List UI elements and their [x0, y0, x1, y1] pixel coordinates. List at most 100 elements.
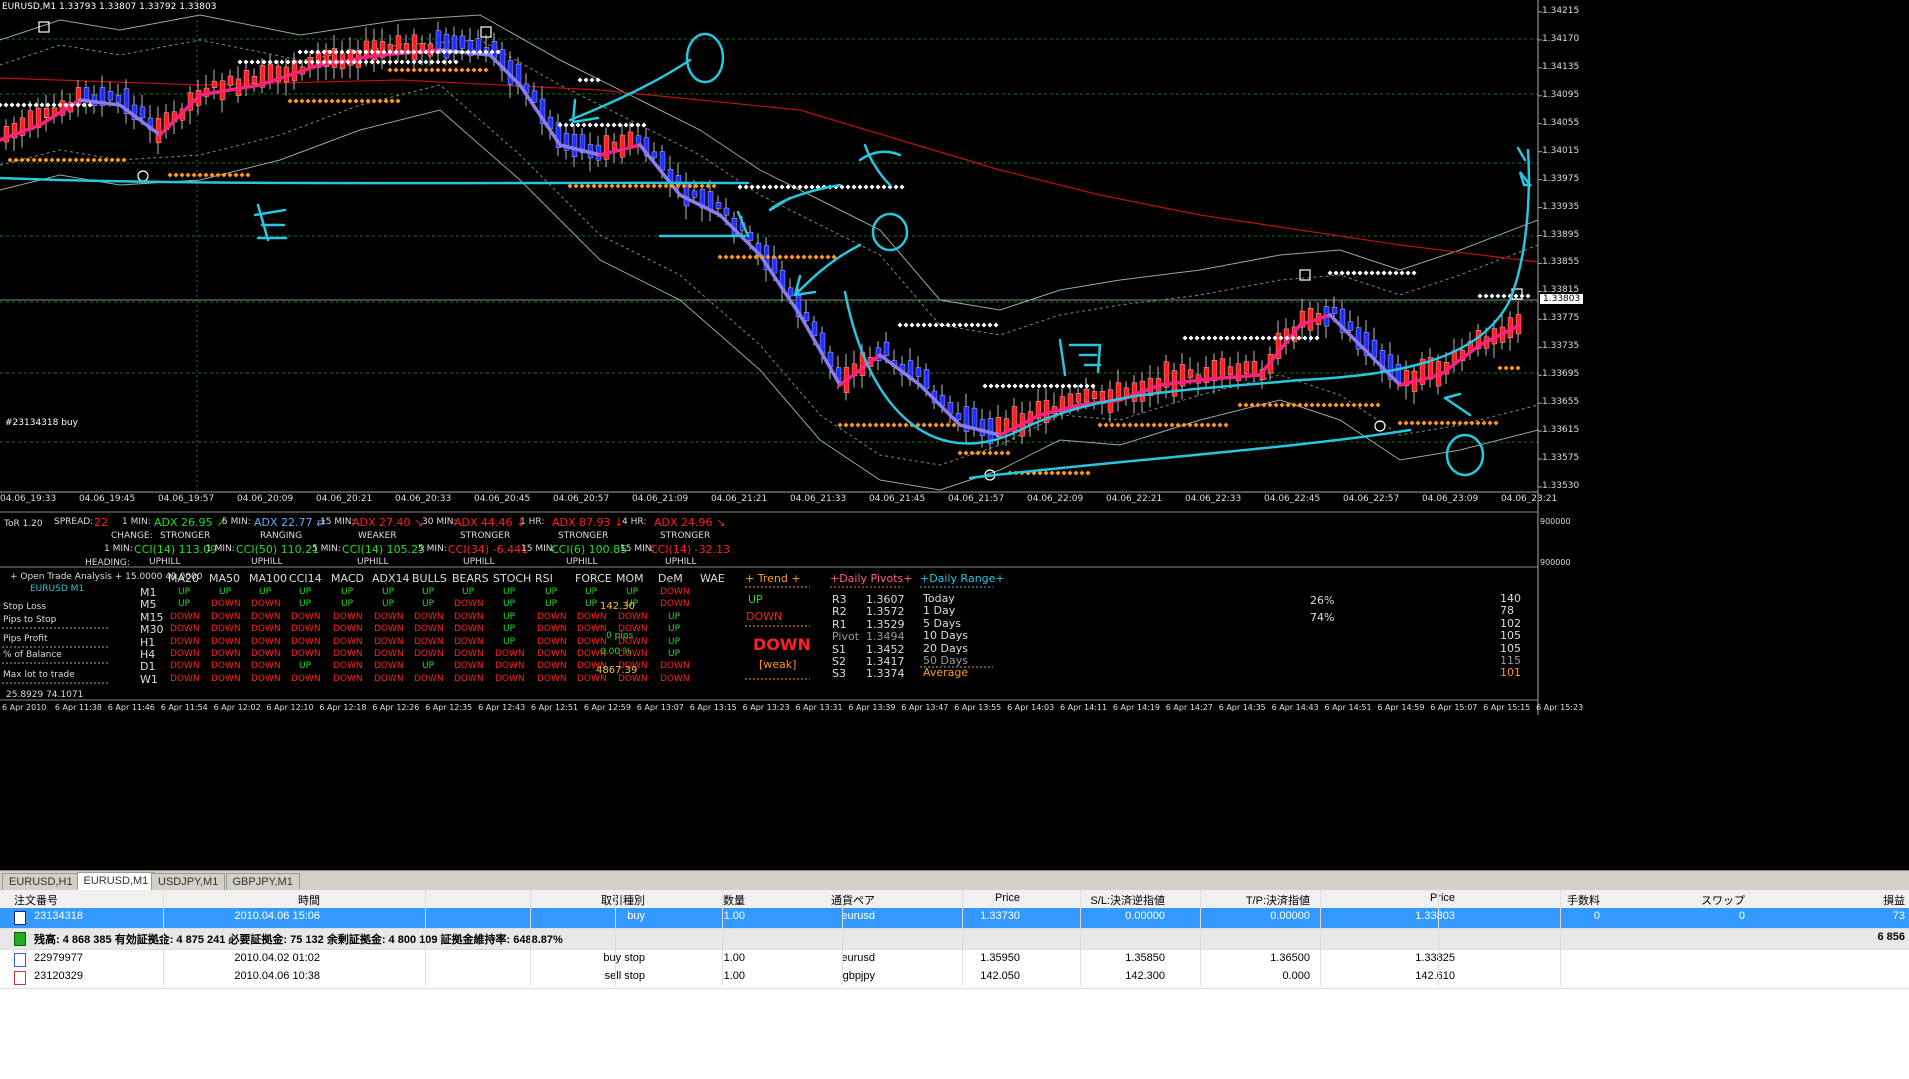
signal-up: UP: [462, 587, 475, 597]
candle-bear: [803, 312, 810, 321]
analysis-pair: EURUSD M1: [30, 584, 85, 594]
cci-value: CCI(34) -6.441: [448, 543, 529, 556]
signal-down: DOWN: [251, 636, 281, 647]
order-cell: 2010.04.06 15:06: [234, 910, 320, 922]
candle-bull: [1251, 361, 1258, 376]
column-header[interactable]: 損益: [1883, 892, 1905, 908]
candle-bear: [1371, 339, 1378, 358]
column-header[interactable]: 時間: [298, 892, 320, 908]
signal-down: DOWN: [170, 636, 200, 647]
column-header[interactable]: T/P:決済指値: [1246, 892, 1310, 908]
order-row[interactable]: 23134318 2010.04.06 15:06 buy 1.00 eurusd 1.3…: [0, 908, 1909, 929]
candle-bull: [1083, 388, 1090, 403]
candle-bear: [955, 413, 962, 421]
signal-down: DOWN: [374, 661, 404, 672]
chart-tab[interactable]: EURUSD,M1: [76, 872, 156, 891]
signal-down: DOWN: [251, 599, 281, 610]
lower-time-label: 6 Apr 12:35: [425, 703, 473, 712]
column-header[interactable]: 注文番号: [14, 892, 58, 908]
column-divider: [530, 890, 531, 986]
lower-time-label: 6 Apr 13:15: [689, 703, 737, 712]
column-header[interactable]: Price: [995, 892, 1020, 904]
signal-down: DOWN: [251, 611, 281, 622]
signal-down: DOWN: [495, 673, 525, 684]
candle-bear: [971, 407, 978, 429]
candle-bear: [923, 369, 930, 389]
signal-up: UP: [503, 636, 516, 647]
fractal-low-marker: [137, 170, 149, 182]
stop-dots-orange: [1237, 402, 1381, 408]
candle-bull: [1227, 366, 1234, 376]
candle-bear: [915, 367, 922, 377]
signal-down: DOWN: [211, 661, 241, 672]
range-title: +Daily Range+: [920, 572, 1005, 585]
column-header[interactable]: Price: [1430, 892, 1455, 904]
column-header[interactable]: 手数料: [1567, 892, 1600, 908]
order-row[interactable]: 23120329 2010.04.06 10:38 sell stop 1.00 gbp…: [0, 968, 1909, 989]
price-chart[interactable]: EURUSD,M1 1.33793 1.33807 1.33792 1.3380…: [0, 0, 1909, 715]
signal-down: DOWN: [454, 624, 484, 635]
range-pct: 26%: [1310, 594, 1335, 607]
signal-down: DOWN: [660, 673, 690, 684]
range-value: 140: [1500, 592, 1521, 605]
order-cell: 23134318: [34, 910, 83, 922]
candle-bull: [243, 70, 250, 87]
overlay-value: 0.00 %: [600, 647, 632, 657]
signal-up: UP: [299, 587, 312, 597]
pivot-value: 1.3529: [866, 617, 905, 631]
signal-down: DOWN: [660, 587, 690, 597]
signal-down: DOWN: [170, 673, 200, 684]
order-cell: 0.00000: [1270, 910, 1310, 922]
stop-dots-orange: [167, 172, 251, 178]
order-cell: 0: [1593, 910, 1600, 922]
candle-bull: [211, 81, 218, 88]
lower-time-label: 6 Apr 12:26: [372, 703, 420, 712]
heading-label: HEADING:: [85, 558, 130, 568]
time-tick-label: 04.06_21:33: [790, 494, 847, 504]
signal-down: DOWN: [211, 624, 241, 635]
lower-time-label: 6 Apr 13:07: [636, 703, 684, 712]
analysis-left-label: Max lot to trade: [3, 670, 75, 680]
pivot-value: 1.3374: [866, 667, 905, 681]
signal-down: DOWN: [577, 611, 607, 622]
price-tick-label: 1.33975: [1542, 173, 1580, 184]
cci-state: UPHILL: [566, 557, 598, 567]
signal-down: DOWN: [251, 673, 281, 684]
chart-tab[interactable]: USDJPY,M1: [151, 873, 226, 890]
stop-dots-white: [557, 122, 647, 128]
chart-tab[interactable]: GBPJPY,M1: [225, 873, 300, 890]
lower-time-label: 6 Apr 14:43: [1271, 703, 1319, 712]
pivot-value: 1.3572: [866, 605, 905, 619]
range-label: Average: [923, 666, 969, 680]
chart-tab[interactable]: EURUSD,H1: [2, 873, 80, 890]
candle-bull: [611, 141, 618, 150]
candle-bear: [459, 35, 466, 49]
cci-value: CCI(14) 105.23: [342, 543, 426, 556]
candle-bull: [227, 75, 234, 86]
time-tick-label: 04.06_21:09: [632, 494, 689, 504]
column-header[interactable]: スワップ: [1701, 892, 1745, 908]
column-header[interactable]: 取引種別: [601, 892, 645, 908]
candle-bear: [707, 191, 714, 210]
signal-down: DOWN: [291, 636, 321, 647]
order-cell: 1.33730: [980, 910, 1020, 922]
column-header[interactable]: 数量: [723, 892, 745, 908]
price-tick-label: 1.34015: [1542, 145, 1580, 156]
signal-down: DOWN: [211, 673, 241, 684]
ma-long-red: [0, 77, 1539, 263]
cci-timeframe: 1 MIN:: [206, 544, 235, 554]
order-cell: eurusd: [841, 910, 875, 922]
signal-down: DOWN: [170, 661, 200, 672]
adx-state: STRONGER: [160, 531, 211, 541]
cci-state: UPHILL: [665, 557, 697, 567]
analysis-column-header: MA50: [209, 572, 241, 585]
ma-signal-segment: [878, 353, 922, 387]
column-header[interactable]: S/L:決済逆指値: [1090, 892, 1165, 908]
pivot-value: 1.3494: [866, 630, 905, 644]
signal-up: UP: [341, 599, 354, 610]
order-cell: 142.300: [1125, 970, 1165, 982]
signal-up: UP: [668, 649, 681, 659]
column-header[interactable]: 通貨ペア: [831, 892, 875, 908]
cci-value: CCI(14) -32.13: [650, 543, 731, 556]
candle-bear: [715, 202, 722, 209]
